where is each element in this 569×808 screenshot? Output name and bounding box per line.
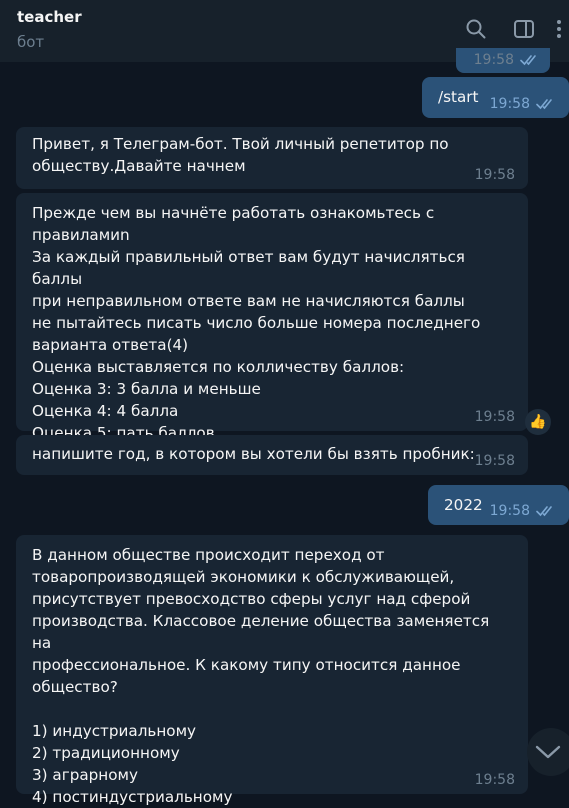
message-meta: 19:58 — [475, 164, 515, 186]
message-bubble-in[interactable]: В данном обществе происходит переход от … — [16, 535, 528, 806]
message-bubble-out-partial[interactable]: 19:58 — [456, 48, 550, 73]
more-button[interactable] — [549, 14, 569, 44]
double-check-icon — [520, 55, 536, 66]
more-icon — [556, 18, 562, 40]
message-meta: 19:58 — [474, 52, 540, 68]
search-icon — [465, 18, 487, 40]
sidebar-toggle-button[interactable] — [509, 14, 539, 44]
message-time: 19:58 — [489, 503, 530, 519]
double-check-icon — [536, 506, 552, 517]
message-meta: 19:58 — [475, 769, 515, 791]
message-bubble-out[interactable]: 2022 19:58 — [428, 485, 569, 525]
message-time: 19:58 — [474, 167, 515, 183]
message-text: Прежде чем вы начнёте работать ознакомьт… — [32, 204, 481, 442]
message-bubble-in[interactable]: напишите год, в котором вы хотели бы взя… — [16, 435, 528, 475]
message-time: 19:58 — [474, 772, 515, 788]
message-meta: 19:58 — [490, 500, 556, 522]
message-meta: 19:58 — [475, 406, 515, 428]
message-text: В данном обществе происходит переход от … — [32, 546, 490, 806]
search-button[interactable] — [461, 14, 491, 44]
message-time: 19:58 — [473, 52, 514, 68]
thumbs-up-icon: 👍 — [529, 414, 547, 430]
message-time: 19:58 — [474, 409, 515, 425]
message-time: 19:58 — [474, 453, 515, 469]
chat-title[interactable]: teacher — [17, 8, 82, 26]
chevron-down-icon — [535, 745, 561, 759]
reaction-badge[interactable]: 👍 — [525, 409, 551, 435]
message-bubble-in[interactable]: Прежде чем вы начнёте работать ознакомьт… — [16, 193, 528, 442]
message-meta: 19:58 — [490, 93, 556, 115]
message-text: Привет, я Телеграм-бот. Твой личный репе… — [32, 135, 449, 175]
message-bubble-in[interactable]: Привет, я Телеграм-бот. Твой личный репе… — [16, 127, 528, 189]
message-meta: 19:58 — [475, 450, 515, 472]
message-bubble-out[interactable]: /start 19:58 — [422, 77, 569, 118]
scroll-to-bottom-button[interactable] — [527, 728, 569, 776]
double-check-icon — [536, 99, 552, 110]
chat-subtitle: бот — [17, 33, 45, 51]
sidebar-icon — [513, 18, 535, 40]
message-text: напишите год, в котором вы хотели бы взя… — [32, 445, 475, 463]
message-time: 19:58 — [489, 96, 530, 112]
